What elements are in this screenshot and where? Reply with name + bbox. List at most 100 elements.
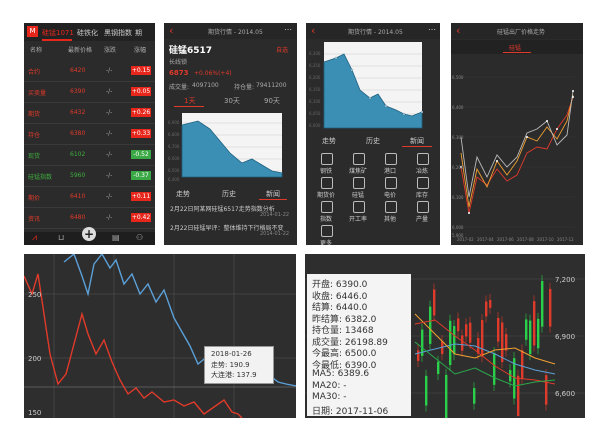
svg-text:2017-10: 2017-10 (537, 237, 554, 242)
svg-text:6,400: 6,400 (452, 105, 464, 110)
logo-nav-icon[interactable]: ⩘ (32, 234, 37, 243)
svg-text:2017-06: 2017-06 (497, 237, 514, 242)
info-value: - (343, 380, 347, 391)
news-date: 2014-01-22 (260, 212, 290, 218)
ruler-icon (353, 201, 365, 213)
price-change: +0.06%(+4) (194, 70, 232, 77)
candle-body (533, 301, 536, 346)
row-change: -/- (106, 109, 113, 116)
truck-icon (321, 177, 333, 189)
category-item-4[interactable]: 期货价 (310, 175, 342, 201)
factory-icon (353, 153, 365, 165)
category-item-6[interactable]: 电价 (374, 175, 406, 201)
svg-text:6,400: 6,400 (168, 177, 180, 182)
category-item-1[interactable]: 煤焦矿 (342, 151, 374, 177)
category-item-10[interactable]: 其他 (374, 199, 406, 225)
series-tab[interactable]: 硅锰 (451, 40, 583, 54)
back-icon[interactable]: ‹ (169, 24, 173, 37)
info-row: 日期: 2017-11-06 (312, 404, 388, 417)
share-icon[interactable]: ⋯ (428, 25, 436, 34)
info-value: 2017-11-06 (335, 406, 389, 417)
category-label: 电价 (383, 192, 396, 199)
category-label: 煤焦矿 (348, 168, 367, 175)
back-icon[interactable]: ‹ (456, 24, 460, 37)
series-tab-label[interactable]: 硅锰 (509, 43, 521, 52)
category-item-7[interactable]: 库存 (406, 175, 438, 201)
tooltip-line2: 大连港: 137.9 (211, 371, 257, 379)
info-row: MA30: - (312, 392, 347, 402)
quote-row[interactable]: 持仓 6380 -/- +0.33 (24, 126, 155, 145)
row-badge: -0.37 (131, 171, 151, 180)
category-item-5[interactable]: 硅锰 (342, 175, 374, 201)
row-name: 买卖量 (28, 90, 47, 97)
quote-row[interactable]: 合约 6420 -/- +0.15 (24, 63, 155, 82)
row-badge: -0.52 (131, 150, 151, 159)
row-name: 期货 (28, 111, 41, 118)
tab-bar: M 硅锰1071 硅铁化 黑钢指数 期 (24, 23, 155, 41)
layers-icon (417, 177, 429, 189)
candle-body (545, 375, 548, 405)
current-price: 6873 (169, 69, 189, 77)
info-key: MA30: (312, 392, 341, 402)
row-badge: +0.05 (131, 87, 151, 96)
quote-row[interactable]: 硅锰指数 5960 -/- -0.37 (24, 168, 155, 187)
doc-icon[interactable]: ▤ (112, 234, 120, 242)
tab-0[interactable]: 硅锰1071 (42, 28, 74, 38)
candle-body (437, 361, 440, 375)
info-row: MA5: 6389.6 (312, 369, 369, 379)
category-item-3[interactable]: 冶炼 (406, 151, 438, 177)
cat-tab-news[interactable]: 新闻 (410, 136, 424, 146)
row-change: -/- (106, 172, 113, 179)
info-value: - (343, 392, 347, 402)
svg-text:2017-08: 2017-08 (517, 237, 534, 242)
tab-30d[interactable]: 30天 (224, 96, 240, 106)
candle-body (429, 306, 432, 344)
quote-row[interactable]: 买卖量 6390 -/- +0.05 (24, 84, 155, 103)
cat-tab-trend[interactable]: 走势 (322, 136, 336, 146)
category-item-11[interactable]: 产量 (406, 199, 438, 225)
quote-row[interactable]: 现货 6102 -/- -0.52 (24, 147, 155, 166)
candle-body (433, 289, 436, 316)
multi-line-chart: 6,5006,400 6,3006,200 6,1006,000 5,900 2… (452, 75, 575, 242)
svg-text:6,100: 6,100 (452, 195, 464, 200)
candle-body (485, 301, 488, 317)
category-item-9[interactable]: 开工率 (342, 199, 374, 225)
tab-1[interactable]: 硅铁化 (77, 28, 98, 38)
line-chart-tooltip-panel: 250 200 150 2018-01-26 走势: 190.9 大连港: 13… (24, 254, 296, 418)
tooltip-line1: 走势: 190.9 (211, 361, 250, 369)
back-icon[interactable]: ‹ (311, 24, 315, 37)
svg-text:6,500: 6,500 (452, 75, 464, 80)
category-label: 产量 (415, 216, 428, 223)
tab-1d[interactable]: 1天 (184, 96, 195, 106)
header-title: 硅锰出厂价格走势 (497, 29, 546, 36)
share-icon[interactable]: ⋯ (284, 25, 292, 34)
row-change: -/- (106, 67, 113, 74)
tab-90d[interactable]: 90天 (264, 96, 280, 106)
quote-row[interactable]: 期货 6432 -/- +0.26 (24, 105, 155, 124)
category-item-2[interactable]: 港口 (374, 151, 406, 177)
candle-body (497, 317, 500, 342)
candle-body (521, 350, 524, 379)
bottom-tab-trend[interactable]: 走势 (176, 189, 190, 199)
add-button[interactable]: + (82, 227, 96, 241)
category-item-12[interactable]: 更多 (310, 223, 342, 245)
cart-icon[interactable]: ⊔ (58, 234, 64, 242)
favorite-tag[interactable]: 自选 (276, 45, 288, 54)
category-item-8[interactable]: 指数 (310, 199, 342, 225)
bottom-tab-history[interactable]: 历史 (222, 189, 236, 199)
candlestick-panel: 7,200 6,900 6,600 开盘: 6390.0 收盘: 6446.0 结算… (305, 254, 585, 418)
detail-panel: ‹ 期货行情 - 2014.05 ⋯ 硅锰6517 自选 长线锁 6873 +0… (164, 23, 297, 245)
candle-body (489, 299, 492, 308)
quote-row[interactable]: 期价 6410 -/- +0.11 (24, 189, 155, 208)
market-list-panel: M 硅锰1071 硅铁化 黑钢指数 期 名称 最新价格 涨跌 涨幅 合约 6420… (24, 23, 155, 245)
candle-body (541, 281, 544, 327)
bottom-tab-news[interactable]: 新闻 (266, 189, 280, 199)
tab-3[interactable]: 期 (135, 28, 142, 38)
category-item-0[interactable]: 钢铁 (310, 151, 342, 177)
row-badge: +0.15 (131, 66, 151, 75)
user-icon[interactable]: ⚇ (136, 234, 143, 242)
tab-2[interactable]: 黑钢指数 (104, 28, 132, 38)
svg-text:6,200: 6,200 (452, 165, 464, 170)
cat-tab-history[interactable]: 历史 (366, 136, 380, 146)
svg-text:250: 250 (28, 291, 41, 299)
